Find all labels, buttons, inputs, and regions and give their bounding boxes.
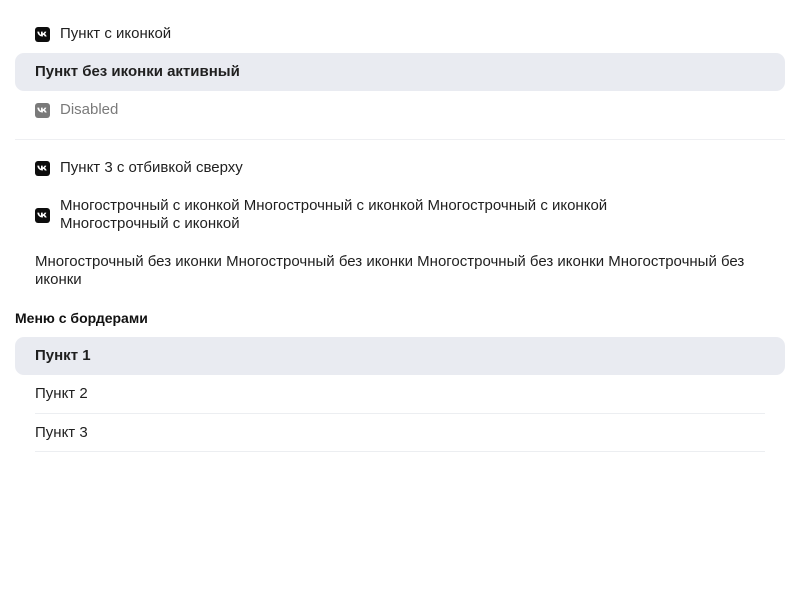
menu-item-label: Многострочный без иконки Многострочный б… (35, 253, 745, 288)
menu-item-label: Пункт с иконкой (60, 25, 172, 42)
menu-item-label: Многострочный с иконкой Многострочный с … (60, 197, 608, 232)
menu-item-disabled: Disabled (15, 91, 785, 129)
bordered-menu-item-2[interactable]: Пункт 2 (15, 375, 785, 413)
menu-item-with-icon[interactable]: Пункт с иконкой (15, 15, 785, 53)
menu-item-label: Пункт 1 (35, 347, 91, 364)
bordered-menu-item-3[interactable]: Пункт 3 (15, 414, 785, 451)
vk-icon (35, 207, 50, 223)
vk-icon (35, 102, 50, 118)
vk-icon (35, 160, 50, 176)
menu-item-multiline-with-icon[interactable]: Многострочный с иконкой Многострочный с … (15, 187, 785, 243)
menu-item-active[interactable]: Пункт без иконки активный (15, 53, 785, 91)
menu-item-label: Disabled (60, 101, 119, 118)
menu-item-label: Пункт 3 (35, 423, 88, 441)
bordered-menu: Пункт 1 Пункт 2 Пункт 3 (15, 337, 785, 452)
menu-with-icons: Пункт с иконкой Пункт без иконки активны… (15, 15, 785, 299)
menu-item-with-top-offset[interactable]: Пункт 3 с отбивкой сверху (15, 149, 785, 187)
bordered-menu-title: Меню с бордерами (15, 310, 148, 326)
menu-item-multiline-no-icon[interactable]: Многострочный без иконки Многострочный б… (15, 243, 785, 299)
row-divider (35, 451, 765, 452)
menu-item-label: Пункт без иконки активный (35, 63, 240, 80)
bordered-menu-item-1[interactable]: Пункт 1 (15, 337, 785, 375)
menu-item-label: Пункт 3 с отбивкой сверху (60, 159, 243, 176)
vk-icon (35, 26, 50, 42)
menu-item-label: Пункт 2 (35, 385, 88, 402)
